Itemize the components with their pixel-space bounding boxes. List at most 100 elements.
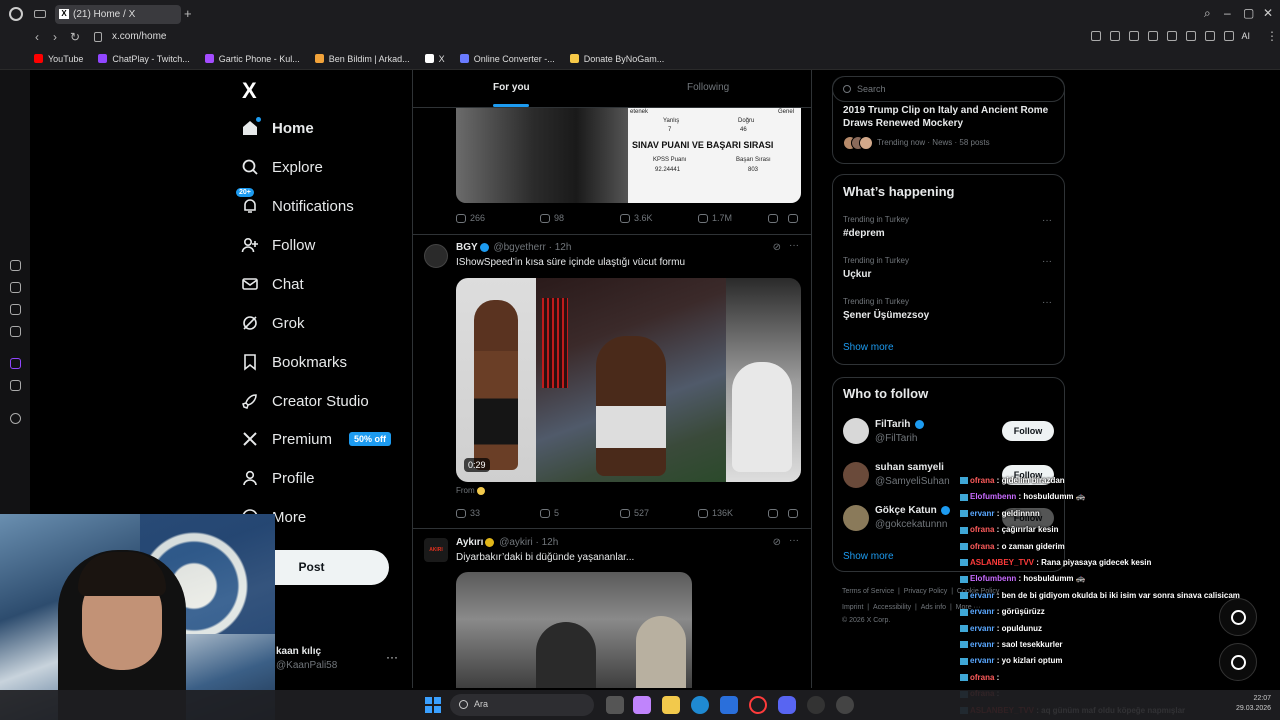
news-title[interactable]: 2019 Trump Clip on Italy and Ancient Rom… [843,104,1058,130]
x-logo[interactable]: X [242,78,257,104]
ai-button[interactable]: AI [1241,31,1250,41]
lock-icon[interactable] [94,32,102,42]
bookmark-gartic[interactable]: Gartic Phone - Kul... [204,54,300,64]
author-handle[interactable]: @aykiri [499,537,533,548]
like-button[interactable]: 3.6K [620,213,698,223]
reload-icon[interactable]: ↻ [70,30,80,44]
tweet-video[interactable] [456,572,692,688]
reply-button[interactable]: 266 [456,213,540,223]
copilot-icon[interactable] [633,696,651,714]
pin-icon[interactable] [1091,31,1101,41]
bookmark-donate[interactable]: Donate ByNoGam... [569,54,664,64]
account-more-icon[interactable]: ··· [386,650,398,664]
like-button[interactable]: 527 [620,508,698,518]
obs-icon[interactable] [807,696,825,714]
store-icon[interactable] [720,696,738,714]
edge-icon[interactable] [691,696,709,714]
bookmark-button[interactable] [768,508,778,518]
account-handle[interactable]: @KaanPali58 [276,660,337,671]
x-icon[interactable] [10,380,21,391]
menu-icon[interactable]: ⋮ [1266,29,1278,43]
bookmark-button[interactable] [768,213,778,223]
accessibility-link[interactable]: Accessibility [873,604,911,611]
reply-button[interactable]: 33 [456,508,540,518]
account-name[interactable]: FilTarih [875,419,926,430]
clock-icon[interactable] [10,413,21,424]
show-more-link[interactable]: Show more [843,342,894,353]
new-tab-button[interactable]: + [184,6,192,21]
bookmark-converter[interactable]: Online Converter -... [459,54,555,64]
minimize-icon[interactable]: – [1224,6,1231,20]
play-icon[interactable] [1167,31,1177,41]
bookmark-benbildim[interactable]: Ben Bildim | Arkad... [314,54,410,64]
bookmark-chatplay[interactable]: ChatPlay - Twitch... [98,54,190,64]
author-handle[interactable]: @bgyetherr [493,242,545,253]
history-icon[interactable] [10,260,21,271]
nav-bookmarks[interactable]: Bookmarks [241,353,347,371]
author-name[interactable]: BGY [456,242,478,253]
browser-logo-icon[interactable] [9,7,23,21]
views-button[interactable]: 1.7M [698,213,768,223]
translate-icon[interactable] [1148,31,1158,41]
nav-chat[interactable]: Chat [241,275,304,293]
video-source[interactable]: From [456,486,485,495]
file-explorer-icon[interactable] [662,696,680,714]
nav-home[interactable]: Home [241,117,314,137]
trend-name[interactable]: #deprem [843,228,885,239]
messages-float-button[interactable] [1219,643,1257,681]
repost-button[interactable]: 5 [540,508,620,518]
opera-icon[interactable] [749,696,767,714]
grok-float-button[interactable] [1219,598,1257,636]
shield-icon[interactable] [1129,31,1139,41]
nav-notifications[interactable]: 20+ Notifications [236,188,354,215]
more-icon[interactable]: ··· [789,240,799,251]
bookmark-x[interactable]: X [424,54,445,64]
avatar[interactable] [424,244,448,268]
terms-link[interactable]: Terms of Service [842,588,894,595]
tab-following[interactable]: Following [687,82,729,93]
forward-icon[interactable]: › [53,30,57,44]
avatar[interactable]: AKIRI [424,538,448,562]
steam-icon[interactable] [836,696,854,714]
tweet-video[interactable]: 0:29 [456,278,801,482]
repost-button[interactable]: 98 [540,213,620,223]
nav-premium[interactable]: Premium 50% off [241,430,392,448]
avatar[interactable] [843,462,869,488]
account-name[interactable]: suhan samyeli [875,462,944,473]
trend-name[interactable]: Uçkur [843,269,871,280]
grok-icon[interactable]: ⊘ [773,242,781,253]
pencil-icon[interactable] [10,304,21,315]
more-icon[interactable]: ··· [1042,256,1052,267]
tweet-time[interactable]: · 12h [535,537,558,548]
task-view-icon[interactable] [606,696,624,714]
more-icon[interactable]: ··· [1042,297,1052,308]
discord-icon[interactable] [778,696,796,714]
maximize-icon[interactable]: ▢ [1243,6,1254,20]
show-more-link[interactable]: Show more [843,551,894,562]
trend-name[interactable]: Şener Üşümezsoy [843,310,929,321]
search-icon[interactable]: ⌕ [1204,6,1211,21]
tabs-icon[interactable] [34,10,46,18]
ads-info-link[interactable]: Ads info [921,604,946,611]
tweet-time[interactable]: · 12h [549,242,572,253]
views-button[interactable]: 136K [698,508,768,518]
nav-profile[interactable]: Profile [241,469,315,487]
download-icon[interactable] [1224,31,1234,41]
share-button[interactable] [788,508,798,518]
screenshot-icon[interactable] [1110,31,1120,41]
taskbar-clock[interactable]: 22:07 29.03.2026 [1236,694,1271,714]
tweet-media[interactable]: etenek Genel Yanlış Doğru 7 46 SINAV PUA… [456,108,801,203]
follow-button[interactable]: Follow [1002,421,1054,441]
twitch-icon[interactable] [10,358,21,369]
bookmark-youtube[interactable]: YouTube [34,54,83,64]
close-icon[interactable]: ✕ [1263,6,1273,20]
news-card[interactable]: 2019 Trump Clip on Italy and Ancient Rom… [832,76,1065,164]
avatar[interactable] [843,505,869,531]
toolbox-icon[interactable] [10,282,21,293]
more-icon[interactable]: ··· [1042,215,1052,226]
nav-creator-studio[interactable]: Creator Studio [241,392,369,410]
windows-start-icon[interactable] [425,697,441,713]
nav-grok[interactable]: Grok [241,314,305,332]
tab-for-you[interactable]: For you [493,82,530,93]
more-icon[interactable]: ··· [789,535,799,546]
